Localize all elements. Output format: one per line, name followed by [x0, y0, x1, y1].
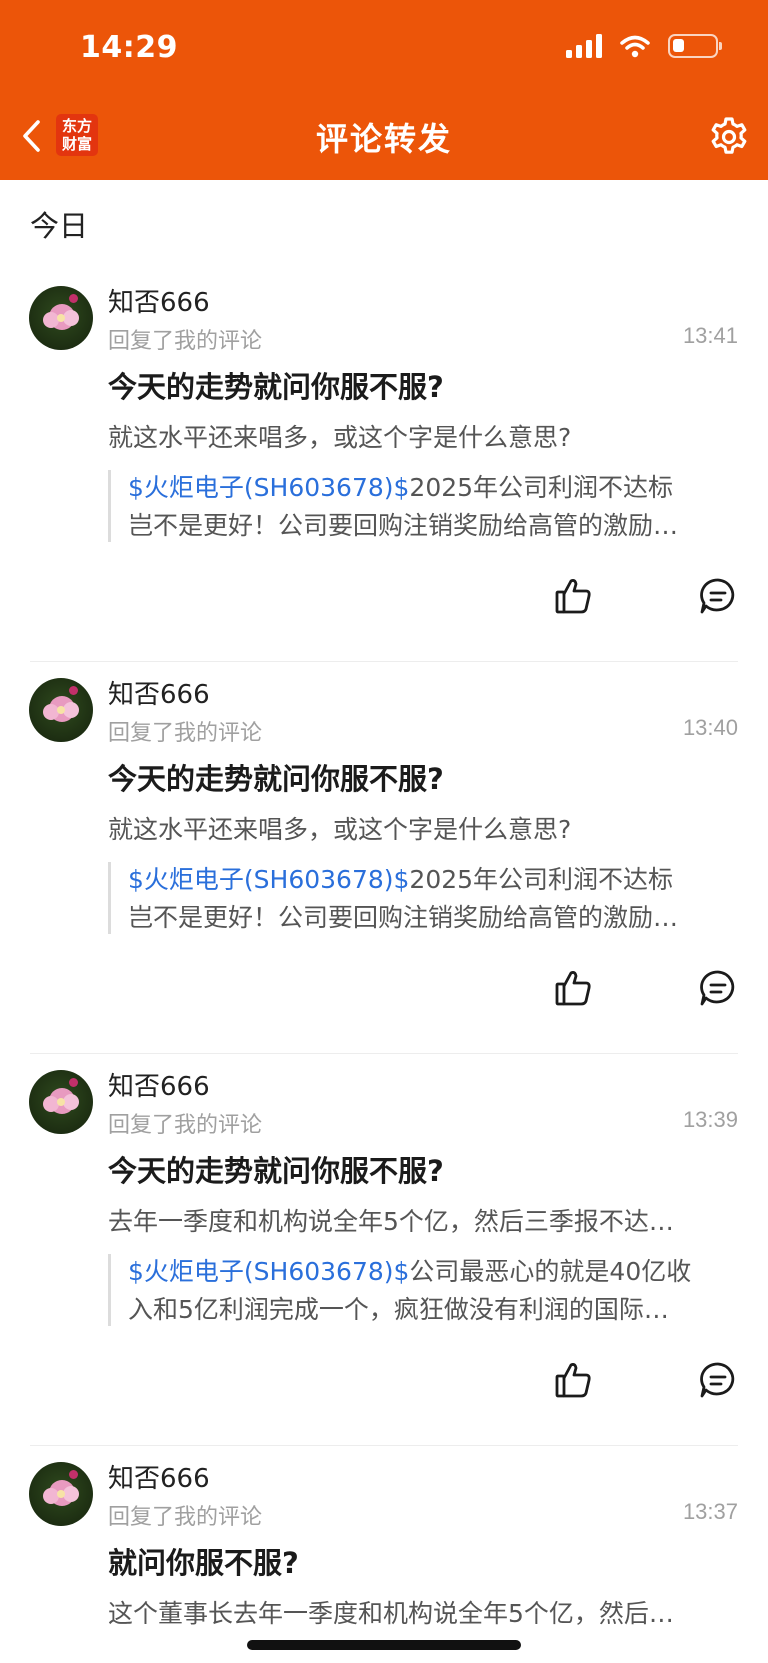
comment-title[interactable]: 今天的走势就问你服不服? — [108, 756, 444, 798]
notification-item[interactable]: 知否666 回复了我的评论 13:39 今天的走势就问你服不服? 去年一季度和机… — [0, 1054, 768, 1446]
username[interactable]: 知否666 — [108, 674, 210, 711]
quote-text: 岂不是更好！公司要回购注销奖励给高管的激励… — [128, 511, 679, 540]
quote-text: 2025年公司利润不达标 — [409, 865, 674, 894]
stock-tag-link[interactable]: $火炬电子(SH603678)$ — [128, 865, 409, 894]
reply-text[interactable]: 就这水平还来唱多，或这个字是什么意思? — [108, 418, 738, 454]
avatar[interactable] — [29, 1462, 93, 1526]
avatar[interactable] — [29, 1070, 93, 1134]
avatar[interactable] — [29, 678, 93, 742]
username[interactable]: 知否666 — [108, 1066, 210, 1103]
quote-text: 公司最恶心的就是40亿收 — [409, 1257, 692, 1286]
thumbs-up-icon[interactable] — [554, 1360, 594, 1400]
quote-text: 入和5亿利润完成一个，疯狂做没有利润的国际… — [128, 1295, 669, 1324]
timestamp: 13:40 — [682, 715, 738, 740]
quoted-comment[interactable]: $火炬电子(SH603678)$2025年公司利润不达标 岂不是更好！公司要回购… — [108, 470, 738, 542]
username[interactable]: 知否666 — [108, 1458, 210, 1495]
quoted-comment[interactable]: $火炬电子(SH603678)$2025年公司利润不达标 岂不是更好！公司要回购… — [108, 862, 738, 934]
status-time: 14:29 — [80, 30, 178, 65]
notification-item[interactable]: 知否666 回复了我的评论 13:41 今天的走势就问你服不服? 就这水平还来唱… — [0, 270, 768, 662]
reply-text[interactable]: 这个董事长去年一季度和机构说全年5个亿，然后… — [108, 1594, 738, 1630]
reply-text[interactable]: 就这水平还来唱多，或这个字是什么意思? — [108, 810, 738, 846]
timestamp: 13:37 — [682, 1499, 738, 1524]
comment-icon[interactable] — [698, 968, 738, 1008]
quote-text: 岂不是更好！公司要回购注销奖励给高管的激励… — [128, 903, 679, 932]
comment-title[interactable]: 今天的走势就问你服不服? — [108, 364, 444, 406]
avatar[interactable] — [29, 286, 93, 350]
gear-icon[interactable] — [708, 116, 750, 158]
comment-icon[interactable] — [698, 1360, 738, 1400]
home-indicator[interactable] — [247, 1640, 521, 1650]
thumbs-up-icon[interactable] — [554, 968, 594, 1008]
comment-icon[interactable] — [698, 576, 738, 616]
timestamp: 13:39 — [682, 1107, 738, 1132]
status-icons — [566, 34, 722, 58]
reply-text[interactable]: 去年一季度和机构说全年5个亿，然后三季报不达… — [108, 1202, 738, 1238]
action-text: 回复了我的评论 — [108, 721, 263, 746]
username[interactable]: 知否666 — [108, 282, 210, 319]
notification-item[interactable]: 知否666 回复了我的评论 13:37 就问你服不服? 这个董事长去年一季度和机… — [0, 1446, 768, 1663]
stock-tag-link[interactable]: $火炬电子(SH603678)$ — [128, 1257, 409, 1286]
thumbs-up-icon[interactable] — [554, 576, 594, 616]
battery-icon — [668, 34, 722, 58]
stock-tag-link[interactable]: $火炬电子(SH603678)$ — [128, 473, 409, 502]
comment-title[interactable]: 今天的走势就问你服不服? — [108, 1148, 444, 1190]
wifi-icon — [620, 35, 650, 58]
page-title: 评论转发 — [315, 120, 452, 158]
action-text: 回复了我的评论 — [108, 329, 263, 354]
action-text: 回复了我的评论 — [108, 1505, 263, 1530]
quoted-comment[interactable]: $火炬电子(SH603678)$公司最恶心的就是40亿收 入和5亿利润完成一个，… — [108, 1254, 738, 1326]
section-label-today: 今日 — [30, 209, 89, 243]
quote-text: 2025年公司利润不达标 — [409, 473, 674, 502]
action-text: 回复了我的评论 — [108, 1113, 263, 1138]
timestamp: 13:41 — [682, 323, 738, 348]
signal-icon — [566, 34, 602, 58]
notification-item[interactable]: 知否666 回复了我的评论 13:40 今天的走势就问你服不服? 就这水平还来唱… — [0, 662, 768, 1054]
app-header: 14:29 东方 财富 评论转发 — [0, 0, 768, 180]
comment-title[interactable]: 就问你服不服? — [108, 1540, 299, 1582]
